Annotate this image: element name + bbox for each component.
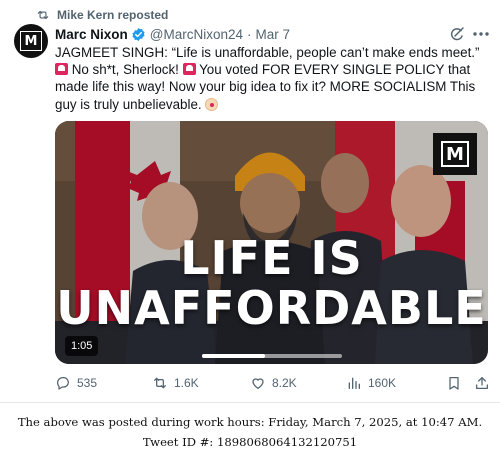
- tweet-card[interactable]: Mike Kern reposted M Marc Nixon @MarcNix…: [0, 0, 500, 402]
- repost-indicator[interactable]: Mike Kern reposted: [36, 7, 168, 23]
- repost-button[interactable]: 1.6K: [152, 372, 199, 394]
- reply-icon: [57, 377, 69, 390]
- author-handle[interactable]: @MarcNixon24: [150, 27, 243, 42]
- caption-footer: The above was posted during work hours: …: [0, 412, 500, 452]
- posted-time-note: The above was posted during work hours: …: [17, 415, 483, 429]
- like-count: 8.2K: [272, 376, 297, 390]
- tweet-text: JAGMEET SINGH: “Life is unaffordable, pe…: [55, 44, 491, 113]
- avatar-logo: M: [20, 31, 42, 51]
- author-name[interactable]: Marc Nixon: [55, 27, 128, 42]
- share-icon: [476, 377, 488, 389]
- repost-icon: [37, 10, 49, 20]
- reply-button[interactable]: 535: [55, 372, 97, 394]
- heart-icon: [252, 378, 264, 389]
- action-bar: 535 1.6K 8.2K 160K: [55, 372, 491, 394]
- avatar[interactable]: M: [14, 24, 48, 58]
- repost-label: Mike Kern reposted: [57, 8, 169, 22]
- bookmark-icon: [449, 377, 459, 390]
- video-duration: 1:05: [65, 336, 99, 356]
- video-progress-bar[interactable]: [202, 354, 342, 358]
- grok-icon[interactable]: [449, 26, 465, 42]
- divider: [0, 402, 500, 403]
- police-light-emoji-icon: [182, 63, 196, 76]
- tweet-header: Marc Nixon @MarcNixon24 · Mar 7: [55, 25, 290, 43]
- share-button[interactable]: [474, 372, 490, 394]
- tweet-text-part-1: JAGMEET SINGH: “Life is unaffordable, pe…: [55, 45, 480, 60]
- clown-emoji-icon: [205, 97, 219, 111]
- verified-badge-icon: [132, 27, 145, 41]
- police-light-emoji-icon: [55, 63, 68, 76]
- views-count: 160K: [368, 376, 397, 390]
- video-overlay-line-2: UNAFFORDABLE: [56, 281, 487, 335]
- repost-count: 1.6K: [174, 376, 199, 390]
- post-date[interactable]: Mar 7: [256, 27, 291, 42]
- reply-count: 535: [77, 376, 98, 390]
- bookmark-button[interactable]: [446, 372, 462, 394]
- views-chart-icon: [348, 377, 360, 389]
- tweet-id-note: Tweet ID #: 1898068064132120751: [142, 435, 358, 449]
- tweet-text-part-2: No sh*t, Sherlock!: [68, 62, 183, 78]
- channel-logo-letter: M: [441, 141, 469, 167]
- more-options-icon[interactable]: [472, 31, 490, 37]
- channel-logo: M: [433, 133, 477, 175]
- like-button[interactable]: 8.2K: [250, 372, 297, 394]
- video-overlay-line-1: LIFE IS: [180, 231, 363, 285]
- video-player[interactable]: LIFE IS UNAFFORDABLE M 1:05: [55, 121, 488, 364]
- header-separator: ·: [247, 26, 252, 42]
- video-progress-fill: [202, 354, 265, 358]
- repost-icon: [154, 377, 166, 389]
- views-button[interactable]: 160K: [346, 372, 396, 394]
